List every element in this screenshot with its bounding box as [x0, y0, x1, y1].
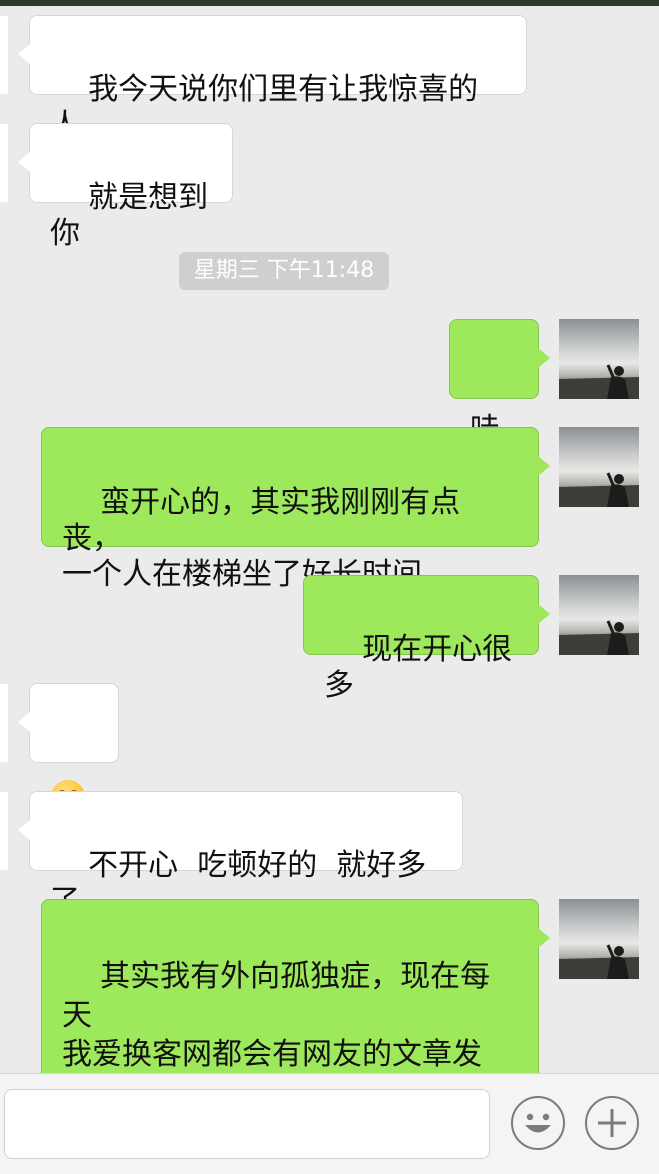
- avatar-image: [559, 364, 639, 399]
- message-bubble-sent[interactable]: 哇: [449, 319, 539, 447]
- message-bubble-sent[interactable]: 现在开心很多: [303, 575, 539, 703]
- message-bubble-received[interactable]: 不开心 吃顿好的 就好多了: [29, 791, 463, 919]
- plus-icon-graphic: [598, 1109, 626, 1137]
- smiley-face-icon[interactable]: [511, 1096, 565, 1150]
- bubble-edge: [0, 124, 8, 202]
- bubble-edge: [0, 684, 8, 762]
- plus-icon[interactable]: [585, 1096, 639, 1150]
- smiley-face-icon-graphic: [525, 1113, 551, 1133]
- avatar[interactable]: [559, 899, 639, 979]
- bubble-edge: [0, 792, 8, 870]
- message-bubble-received[interactable]: 就是想到你: [29, 123, 233, 251]
- bubble-edge: [0, 16, 8, 94]
- message-bubble-sent[interactable]: 其实我有外向孤独症，现在每天 我爱换客网都会有网友的文章发 帖，我看看他们的文章…: [41, 899, 539, 1073]
- message-text: 现在开心很多: [324, 632, 513, 703]
- message-bubble-sent[interactable]: 蛮开心的，其实我刚刚有点丧， 一个人在楼梯坐了好长时间: [41, 427, 539, 592]
- message-bubble-received[interactable]: 我今天说你们里有让我惊喜的人: [29, 15, 527, 143]
- message-text: 其实我有外向孤独症，现在每天 我爱换客网都会有网友的文章发 帖，我看看他们的文章…: [62, 959, 491, 1072]
- bubble-tail: [18, 44, 30, 64]
- message-bubble-received[interactable]: [29, 683, 119, 814]
- bubble-tail: [538, 456, 550, 476]
- message-input[interactable]: [4, 1089, 490, 1159]
- bubble-tail: [18, 820, 30, 840]
- bubble-tail: [538, 604, 550, 624]
- message-text: 就是想到你: [50, 180, 209, 251]
- chat-area[interactable]: 我今天说你们里有让我惊喜的人 就是想到你 星期三 下午11:48 哇 蛮开心的，…: [0, 6, 659, 1073]
- avatar[interactable]: [559, 319, 639, 399]
- bubble-tail: [18, 712, 30, 732]
- input-bar: [0, 1073, 659, 1174]
- bubble-tail: [538, 348, 550, 368]
- avatar[interactable]: [559, 427, 639, 507]
- avatar-image: [559, 472, 639, 507]
- bubble-tail: [538, 928, 550, 948]
- bubble-tail: [18, 152, 30, 172]
- avatar-image: [559, 620, 639, 655]
- timestamp-label: 星期三 下午11:48: [179, 252, 389, 290]
- avatar-image: [559, 944, 639, 979]
- avatar[interactable]: [559, 575, 639, 655]
